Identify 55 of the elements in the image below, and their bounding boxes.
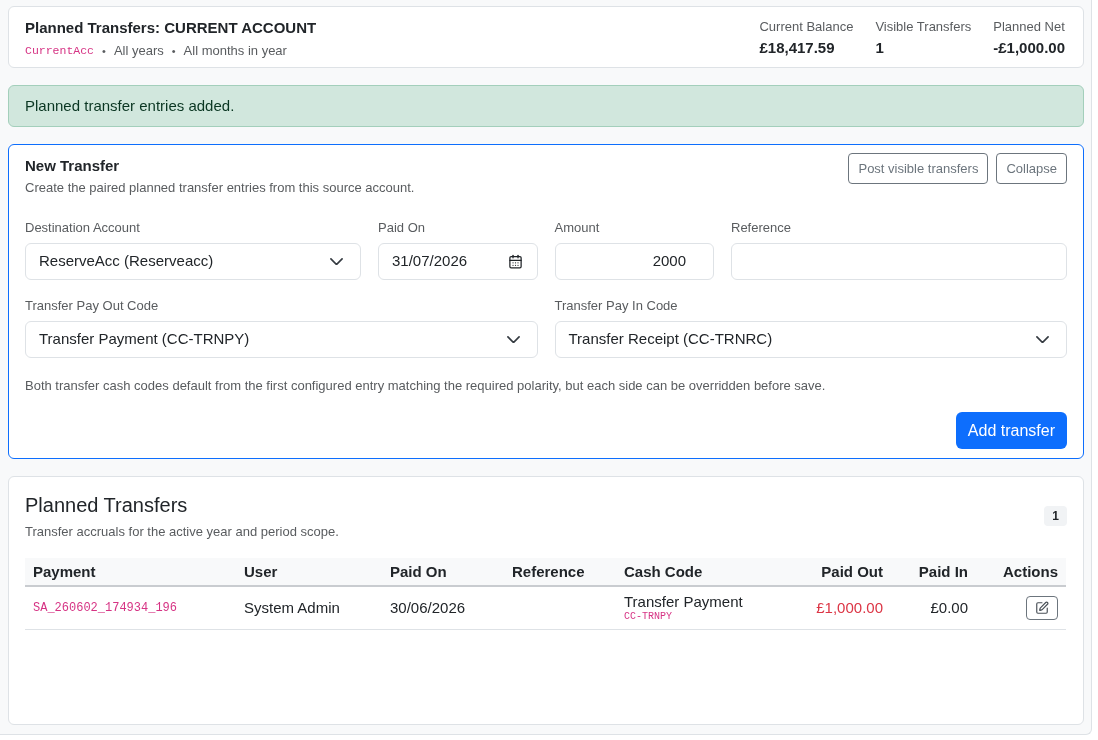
section-title: Planned Transfers [25, 493, 188, 518]
chevron-down-icon [506, 335, 520, 344]
field-label: Transfer Pay Out Code [25, 297, 159, 315]
scope-text: All years [113, 42, 164, 60]
table-header-cell: Reference [504, 558, 616, 586]
table-header-cell: Cash Code [616, 558, 800, 586]
stat-label: Planned Net [993, 18, 1065, 36]
table-cell: £1,000.00 [800, 586, 891, 630]
section-description: Create the paired planned transfer entries from this source account. [25, 179, 415, 197]
chevron-down-icon [330, 257, 343, 266]
stat-value: £18,417.59 [759, 38, 836, 58]
bullet-separator: • [102, 44, 106, 59]
add-transfer-button[interactable]: Add transfer [955, 412, 1067, 449]
stat-label: Current Balance [759, 18, 854, 36]
account-code: CurrentAcc [25, 43, 94, 59]
table-cell: System Admin [236, 586, 382, 630]
field-label: Paid On [378, 219, 425, 237]
table-cell: £0.00 [891, 586, 976, 630]
number-field[interactable]: 2000 [554, 243, 714, 280]
table-cell: SA_260602_174934_196 [25, 586, 236, 630]
section-title: New Transfer [25, 156, 120, 176]
text-field[interactable] [731, 243, 1067, 280]
stat-label: Visible Transfers [875, 18, 972, 36]
table-header-cell: Paid In [891, 558, 976, 586]
dropdown-field[interactable]: Transfer Receipt (CC-TRNRC) [554, 321, 1067, 358]
table-header-cell: Payment [25, 558, 236, 586]
dropdown-field[interactable]: ReserveAcc (Reserveacc) [25, 243, 361, 280]
table-header-cell: Actions [976, 558, 1066, 586]
table-header-cell: User [236, 558, 382, 586]
page-title: Planned Transfers: CURRENT ACCOUNT [25, 18, 317, 38]
edit-button[interactable] [1026, 596, 1058, 620]
field-label: Reference [731, 219, 791, 237]
chevron-down-icon [1036, 335, 1049, 344]
success-alert: Planned transfer entries added. [8, 85, 1084, 127]
table-header-cell: Paid Out [800, 558, 891, 586]
pencil-square-icon [1035, 601, 1049, 615]
section-description: Transfer accruals for the active year and period scope. [25, 523, 339, 541]
cash-code: CC-TRNPY [624, 611, 672, 623]
calendar-icon [507, 254, 523, 269]
dropdown-field[interactable]: Transfer Payment (CC-TRNPY) [25, 321, 538, 358]
table-cell: 30/06/2026 [382, 586, 504, 630]
bullet-separator: • [171, 44, 176, 59]
field-label: Destination Account [25, 219, 140, 237]
stat-value: 1 [875, 38, 885, 58]
cash-code-name: Transfer Payment [624, 593, 743, 611]
count-badge: 1 [1044, 506, 1067, 526]
help-text: Both transfer cash codes default from the first configured entry matching the required polarity, but each side can be overridden before save. [25, 377, 827, 395]
stat-value: -£1,000.00 [993, 38, 1065, 58]
table-header-cell: Paid On [382, 558, 504, 586]
collapse-button[interactable]: Collapse [996, 153, 1067, 184]
date-field[interactable]: 31/07/2026 [378, 243, 538, 280]
scope-text: All months in year [183, 42, 287, 60]
field-label: Amount [554, 219, 600, 237]
post-transfers-button[interactable]: Post visible transfers [848, 153, 989, 184]
field-label: Transfer Pay In Code [554, 297, 678, 315]
